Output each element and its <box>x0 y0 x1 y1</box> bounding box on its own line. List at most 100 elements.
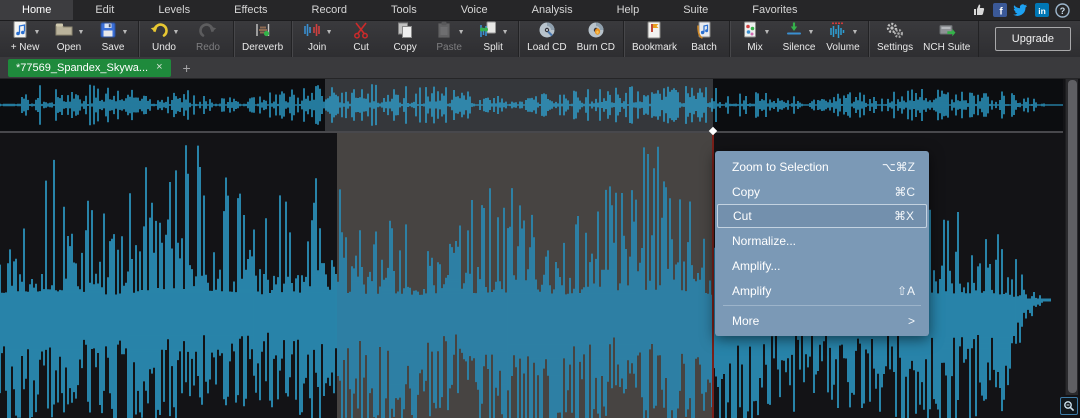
context-menu-item-label: Copy <box>732 185 760 199</box>
settings-button[interactable]: Settings <box>872 21 918 57</box>
wavepad-window: HomeEditLevelsEffectsRecordToolsVoiceAna… <box>0 0 1080 418</box>
context-menu-item-shortcut: ⌘C <box>894 185 915 199</box>
magnifier-icon <box>1063 400 1075 412</box>
context-menu-item-amplify[interactable]: Amplify... <box>715 253 929 278</box>
toolbar-button-label: Bookmark <box>632 42 677 54</box>
menu-item-levels[interactable]: Levels <box>136 0 212 20</box>
dropdown-caret-icon[interactable]: ▼ <box>34 29 41 36</box>
context-menu-item-more[interactable]: More> <box>715 308 929 333</box>
toolbar-button-label: Mix <box>747 42 763 54</box>
load-cd-button[interactable]: Load CD <box>522 21 571 57</box>
burn-cd-button[interactable]: Burn CD <box>572 21 620 57</box>
svg-text:?: ? <box>1060 6 1066 16</box>
vertical-scrollbar-thumb[interactable] <box>1068 80 1077 393</box>
facebook-icon[interactable]: f <box>992 3 1007 18</box>
dropdown-caret-icon[interactable]: ▼ <box>458 29 465 36</box>
menu-item-edit[interactable]: Edit <box>73 0 136 20</box>
redo-button: Redo <box>186 21 230 57</box>
menu-item-voice[interactable]: Voice <box>439 0 510 20</box>
dropdown-caret-icon[interactable]: ▼ <box>852 29 859 36</box>
toolbar-button-label: Join <box>308 42 326 54</box>
toolbar-button-label: Redo <box>196 42 220 54</box>
dereverb-button[interactable]: Dereverb <box>237 21 288 57</box>
dropdown-caret-icon[interactable]: ▼ <box>122 29 129 36</box>
dropdown-caret-icon[interactable]: ▼ <box>326 29 333 36</box>
thumbs-up-icon[interactable] <box>971 3 986 18</box>
silence-button[interactable]: ▼ Silence <box>777 21 821 57</box>
context-menu-item-amplify[interactable]: Amplify⇧A <box>715 278 929 303</box>
bookmark-button[interactable]: Bookmark <box>627 21 682 57</box>
toolbar-group: ▼+ New▼Open▼Save <box>0 21 139 57</box>
waveform-overview[interactable] <box>0 79 1063 133</box>
context-menu: Zoom to Selection⌥⌘Z Copy ⌘C Cut⌘X Normalize… <box>715 151 929 336</box>
tab-bar: *77569_Spandex_Skywa... × + <box>0 57 1080 79</box>
menu-item-help[interactable]: Help <box>595 0 662 20</box>
menu-item-home[interactable]: Home <box>0 0 73 20</box>
split-button[interactable]: ▼Split <box>471 21 515 57</box>
toolbar-button-label: Dereverb <box>242 42 283 54</box>
batch-button[interactable]: Batch <box>682 21 726 57</box>
tab-close-icon[interactable]: × <box>156 62 162 73</box>
context-menu-item-copy[interactable]: Copy ⌘C <box>715 179 929 204</box>
playback-cursor-line[interactable] <box>712 133 714 418</box>
toolbar-button-label: NCH Suite <box>923 42 970 54</box>
dropdown-caret-icon[interactable]: ▼ <box>808 29 815 36</box>
menu-item-suite[interactable]: Suite <box>661 0 730 20</box>
svg-text:in: in <box>1038 6 1046 16</box>
toolbar-group: Bookmark Batch <box>624 21 730 57</box>
toolbar-button-label: Cut <box>353 42 369 54</box>
document-tab-label: *77569_Spandex_Skywa... <box>16 62 148 74</box>
zoom-button[interactable] <box>1060 397 1078 415</box>
menu-item-effects[interactable]: Effects <box>212 0 289 20</box>
upgrade-button[interactable]: Upgrade <box>995 27 1071 51</box>
save-button[interactable]: ▼ Save <box>91 21 135 57</box>
overview-waveform <box>0 79 1063 133</box>
document-tab[interactable]: *77569_Spandex_Skywa... × <box>8 59 171 77</box>
volume-button[interactable]: ▼ Volume <box>821 21 865 57</box>
dropdown-caret-icon[interactable]: ▼ <box>764 29 771 36</box>
context-menu-item-cut[interactable]: Cut⌘X <box>717 204 927 228</box>
context-menu-separator <box>723 305 921 306</box>
menu-bar: HomeEditLevelsEffectsRecordToolsVoiceAna… <box>0 0 1080 21</box>
menu-item-analysis[interactable]: Analysis <box>510 0 595 20</box>
cut-button[interactable]: Cut <box>339 21 383 57</box>
dropdown-caret-icon[interactable]: ▼ <box>78 29 85 36</box>
nch-suite-button[interactable]: NCH Suite <box>918 21 975 57</box>
context-menu-item-label: Zoom to Selection <box>732 160 829 174</box>
toolbar-button-label: Save <box>102 42 125 54</box>
vertical-scrollbar[interactable] <box>1065 79 1078 395</box>
linkedin-icon[interactable]: in <box>1034 3 1049 18</box>
context-menu-item-label: Normalize... <box>732 234 796 248</box>
open-button[interactable]: ▼ Open <box>47 21 91 57</box>
menu-item-tools[interactable]: Tools <box>369 0 439 20</box>
toolbar-button-label: Silence <box>783 42 816 54</box>
context-menu-item-label: Amplify <box>732 284 771 298</box>
new-tab-button[interactable]: + <box>183 60 191 76</box>
toolbar-group: ▼Mix▼Silence▼Volume <box>730 21 869 57</box>
dropdown-caret-icon[interactable]: ▼ <box>173 29 180 36</box>
undo-button[interactable]: ▼ Undo <box>142 21 186 57</box>
context-menu-item-shortcut: > <box>908 314 915 328</box>
context-menu-item-shortcut: ⌘X <box>894 209 914 223</box>
context-menu-item-label: Amplify... <box>732 259 780 273</box>
menu-item-record[interactable]: Record <box>290 0 369 20</box>
help-icon[interactable]: ? <box>1055 3 1070 18</box>
menu-item-favorites[interactable]: Favorites <box>730 0 819 20</box>
toolbar-button-label: Split <box>483 42 502 54</box>
context-menu-item-zoom-to-selection[interactable]: Zoom to Selection⌥⌘Z <box>715 154 929 179</box>
menu-social-icons: f in? <box>971 0 1080 20</box>
new-button[interactable]: ▼+ New <box>3 21 47 57</box>
join-button[interactable]: ▼Join <box>295 21 339 57</box>
twitter-icon[interactable] <box>1013 3 1028 18</box>
context-menu-item-normalize[interactable]: Normalize... <box>715 228 929 253</box>
toolbar-group: Dereverb <box>234 21 292 57</box>
mix-button[interactable]: ▼Mix <box>733 21 777 57</box>
toolbar-group: Settings NCH Suite <box>869 21 979 57</box>
toolbar-button-label: Undo <box>152 42 176 54</box>
toolbar-button-label: Copy <box>393 42 416 54</box>
dropdown-caret-icon[interactable]: ▼ <box>502 29 509 36</box>
toolbar-button-label: Batch <box>691 42 717 54</box>
copy-button[interactable]: Copy <box>383 21 427 57</box>
toolbar-button-label: Volume <box>826 42 859 54</box>
toolbar-button-label: Open <box>57 42 81 54</box>
